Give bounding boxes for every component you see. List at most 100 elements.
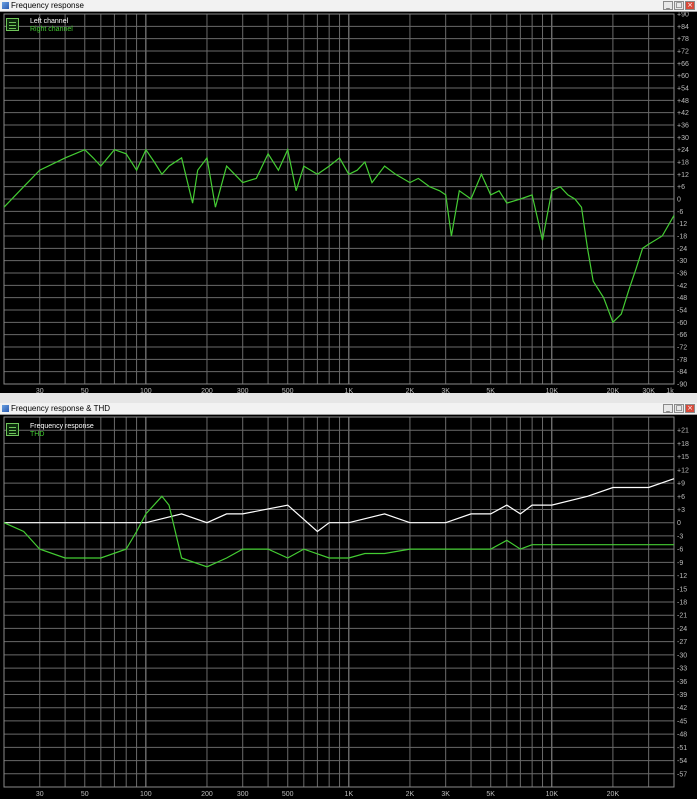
y-tick-label: +18 bbox=[677, 160, 689, 167]
y-tick-label: -30 bbox=[677, 652, 687, 659]
y-tick-label: -84 bbox=[677, 369, 687, 376]
x-tick-label: 50 bbox=[81, 791, 89, 798]
y-tick-label: -21 bbox=[677, 613, 687, 620]
x-tick-label: 2K bbox=[406, 791, 415, 798]
y-tick-label: +6 bbox=[677, 184, 685, 191]
y-tick-label: -57 bbox=[677, 771, 687, 778]
y-tick-label: -60 bbox=[677, 320, 687, 327]
y-tick-label: -6 bbox=[677, 547, 683, 554]
window-title: Frequency response & THD bbox=[11, 404, 111, 413]
y-tick-label: -27 bbox=[677, 639, 687, 646]
x-tick-label: 100 bbox=[140, 791, 152, 798]
minimize-button[interactable]: _ bbox=[663, 1, 673, 10]
minimize-button[interactable]: _ bbox=[663, 404, 673, 413]
maximize-button[interactable]: □ bbox=[674, 1, 684, 10]
y-tick-label: -39 bbox=[677, 692, 687, 699]
y-tick-label: +54 bbox=[677, 86, 689, 93]
y-tick-label: +72 bbox=[677, 49, 689, 56]
legend-item-right-channel: Right channel bbox=[30, 26, 73, 33]
series-line-thd bbox=[3, 495, 674, 568]
y-tick-label: +24 bbox=[677, 147, 689, 154]
y-tick-label: -90 bbox=[677, 382, 687, 389]
y-tick-label: -54 bbox=[677, 308, 687, 315]
x-tick-label: 10K bbox=[546, 791, 559, 798]
y-tick-label: -33 bbox=[677, 666, 687, 673]
y-tick-label: +6 bbox=[677, 494, 685, 501]
y-tick-label: -18 bbox=[677, 600, 687, 607]
y-tick-label: +12 bbox=[677, 467, 689, 474]
y-tick-label: -30 bbox=[677, 258, 687, 265]
y-tick-label: 0 bbox=[677, 197, 681, 204]
y-tick-label: -66 bbox=[677, 332, 687, 339]
y-tick-label: -12 bbox=[677, 573, 687, 580]
window-title: Frequency response bbox=[11, 1, 84, 10]
window-separator bbox=[0, 393, 697, 403]
legend-toggle-icon[interactable] bbox=[6, 18, 19, 31]
y-tick-label: +12 bbox=[677, 172, 689, 179]
y-tick-label: -18 bbox=[677, 234, 687, 241]
y-tick-label: -36 bbox=[677, 271, 687, 278]
close-button[interactable]: × bbox=[685, 404, 695, 413]
y-tick-label: +90 bbox=[677, 12, 689, 19]
y-tick-label: +84 bbox=[677, 24, 689, 31]
legend-toggle-icon[interactable] bbox=[6, 423, 19, 436]
y-tick-label: -6 bbox=[677, 209, 683, 216]
x-tick-label: 1K bbox=[345, 791, 354, 798]
y-tick-label: -9 bbox=[677, 560, 683, 567]
y-tick-label: -78 bbox=[677, 357, 687, 364]
window-titlebar[interactable]: Frequency response _ □ × bbox=[0, 0, 697, 12]
x-tick-label: 500 bbox=[282, 791, 294, 798]
y-tick-label: -51 bbox=[677, 745, 687, 752]
y-tick-label: -45 bbox=[677, 718, 687, 725]
y-tick-label: +42 bbox=[677, 110, 689, 117]
y-tick-label: +60 bbox=[677, 73, 689, 80]
y-tick-label: +18 bbox=[677, 441, 689, 448]
x-tick-label: 30 bbox=[36, 791, 44, 798]
y-tick-label: +3 bbox=[677, 507, 685, 514]
legend-item-thd: THD bbox=[30, 431, 45, 438]
frequency-response-window: Frequency response _ □ × +90 +84 +78 +72 +66… bbox=[0, 0, 697, 399]
y-tick-label: -24 bbox=[677, 626, 687, 633]
y-tick-label: +9 bbox=[677, 481, 685, 488]
window-controls: _ □ × bbox=[663, 1, 695, 11]
y-tick-label: +36 bbox=[677, 123, 689, 130]
y-tick-label: +21 bbox=[677, 428, 689, 435]
y-tick-label: -36 bbox=[677, 679, 687, 686]
frequency-response-thd-window: Frequency response & THD _ □ × +21 +18 +15… bbox=[0, 403, 697, 799]
window-titlebar[interactable]: Frequency response & THD _ □ × bbox=[0, 403, 697, 415]
x-tick-label: 200 bbox=[201, 791, 213, 798]
y-tick-label: -54 bbox=[677, 758, 687, 765]
y-tick-label: -72 bbox=[677, 345, 687, 352]
legend-item-left-channel: Left channel bbox=[30, 18, 69, 25]
y-tick-label: -3 bbox=[677, 533, 683, 540]
y-tick-label: +78 bbox=[677, 36, 689, 43]
y-tick-label: -42 bbox=[677, 283, 687, 290]
y-tick-label: -48 bbox=[677, 295, 687, 302]
frequency-response-chart: +90+84+78+72+66+60+54+48+42+36+30+24+18+… bbox=[3, 12, 697, 398]
y-tick-label: +48 bbox=[677, 98, 689, 105]
y-grid: +90+84+78+72+66+60+54+48+42+36+30+24+18+… bbox=[4, 12, 689, 389]
y-tick-label: -12 bbox=[677, 221, 687, 228]
y-tick-label: 0 bbox=[677, 520, 681, 527]
x-tick-label: 300 bbox=[237, 791, 249, 798]
app-icon bbox=[2, 405, 9, 412]
close-button[interactable]: × bbox=[685, 1, 695, 10]
y-tick-label: -48 bbox=[677, 732, 687, 739]
window-controls: _ □ × bbox=[663, 404, 695, 414]
maximize-button[interactable]: □ bbox=[674, 404, 684, 413]
y-tick-label: -15 bbox=[677, 586, 687, 593]
x-tick-label: 3K bbox=[441, 791, 450, 798]
frequency-response-thd-chart: +21 +18 +15 +12 +9 +6 +3 0 -3 -6 -9 -12 -15 -18 -21 -24… bbox=[3, 415, 697, 799]
y-tick-label: +66 bbox=[677, 61, 689, 68]
y-tick-label: -42 bbox=[677, 705, 687, 712]
x-tick-label: 5K bbox=[486, 791, 495, 798]
y-tick-label: +30 bbox=[677, 135, 689, 142]
legend-item-frequency-response: Frequency response bbox=[30, 423, 94, 430]
y-grid: +21 +18 +15 +12 +9 +6 +3 0 -3 -6 -9 -12 -15 -18 -21 -24… bbox=[4, 428, 689, 778]
y-tick-label: +15 bbox=[677, 454, 689, 461]
y-tick-label: -24 bbox=[677, 246, 687, 253]
series-line-frequency-response bbox=[4, 478, 675, 533]
app-icon bbox=[2, 2, 9, 9]
x-axis: 30 50 100 200 300 500 1K 2K 3K 5K 10K 20K bbox=[36, 791, 620, 798]
x-tick-label: 20K bbox=[607, 791, 620, 798]
